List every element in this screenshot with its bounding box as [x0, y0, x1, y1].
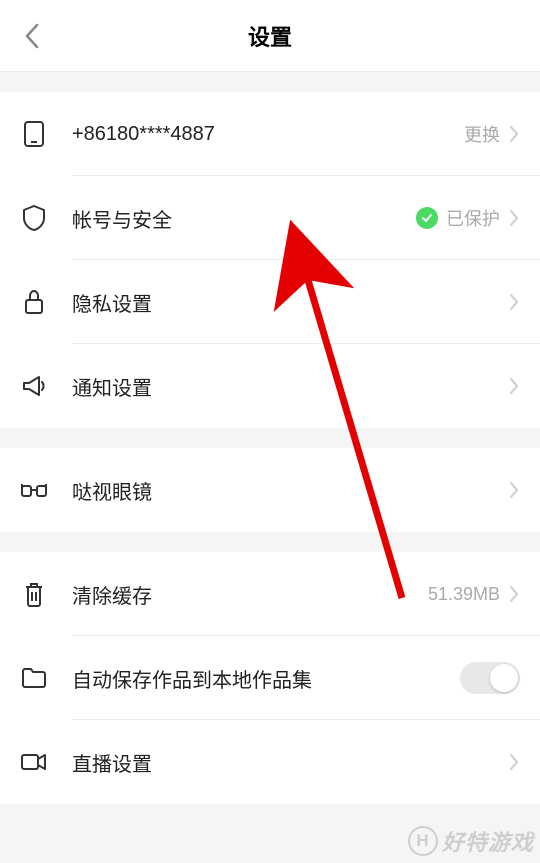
row-phone[interactable]: +86180****4887 更换 — [0, 92, 540, 176]
row-autosave[interactable]: 自动保存作品到本地作品集 — [0, 636, 540, 720]
protected-badge-icon — [416, 207, 438, 229]
back-button[interactable] — [20, 24, 44, 48]
row-live-settings[interactable]: 直播设置 — [0, 720, 540, 804]
phone-icon — [20, 120, 48, 148]
watermark-icon: H — [408, 826, 438, 856]
phone-change-label: 更换 — [464, 121, 500, 147]
section-storage: 清除缓存 51.39MB 自动保存作品到本地作品集 直播设置 — [0, 552, 540, 804]
watermark: H 好特游戏 — [408, 825, 534, 857]
privacy-label: 隐私设置 — [72, 288, 508, 317]
page-title: 设置 — [248, 20, 292, 52]
row-clear-cache[interactable]: 清除缓存 51.39MB — [0, 552, 540, 636]
watermark-text: 好特游戏 — [442, 825, 534, 857]
folder-icon — [20, 664, 48, 692]
chevron-right-icon — [508, 292, 520, 312]
video-icon — [20, 748, 48, 776]
trash-icon — [20, 580, 48, 608]
cache-size: 51.39MB — [428, 584, 500, 605]
chevron-right-icon — [508, 376, 520, 396]
lock-icon — [20, 288, 48, 316]
header: 设置 — [0, 0, 540, 72]
chevron-right-icon — [508, 208, 520, 228]
phone-label: +86180****4887 — [72, 123, 464, 146]
megaphone-icon — [20, 372, 48, 400]
chevron-right-icon — [508, 752, 520, 772]
glasses-label: 哒视眼镜 — [72, 476, 508, 505]
autosave-toggle[interactable] — [460, 662, 520, 694]
protected-label: 已保护 — [446, 205, 500, 231]
cache-label: 清除缓存 — [72, 580, 428, 609]
chevron-left-icon — [23, 21, 41, 51]
glasses-icon — [20, 476, 48, 504]
section-glasses: 哒视眼镜 — [0, 448, 540, 532]
row-account-security[interactable]: 帐号与安全 已保护 — [0, 176, 540, 260]
notifications-label: 通知设置 — [72, 372, 508, 401]
row-privacy[interactable]: 隐私设置 — [0, 260, 540, 344]
chevron-right-icon — [508, 584, 520, 604]
row-notifications[interactable]: 通知设置 — [0, 344, 540, 428]
chevron-right-icon — [508, 124, 520, 144]
section-account: +86180****4887 更换 帐号与安全 已保护 隐私设置 — [0, 92, 540, 428]
shield-icon — [20, 204, 48, 232]
chevron-right-icon — [508, 480, 520, 500]
live-settings-label: 直播设置 — [72, 748, 508, 777]
autosave-label: 自动保存作品到本地作品集 — [72, 664, 460, 693]
row-glasses[interactable]: 哒视眼镜 — [0, 448, 540, 532]
account-security-label: 帐号与安全 — [72, 204, 416, 233]
